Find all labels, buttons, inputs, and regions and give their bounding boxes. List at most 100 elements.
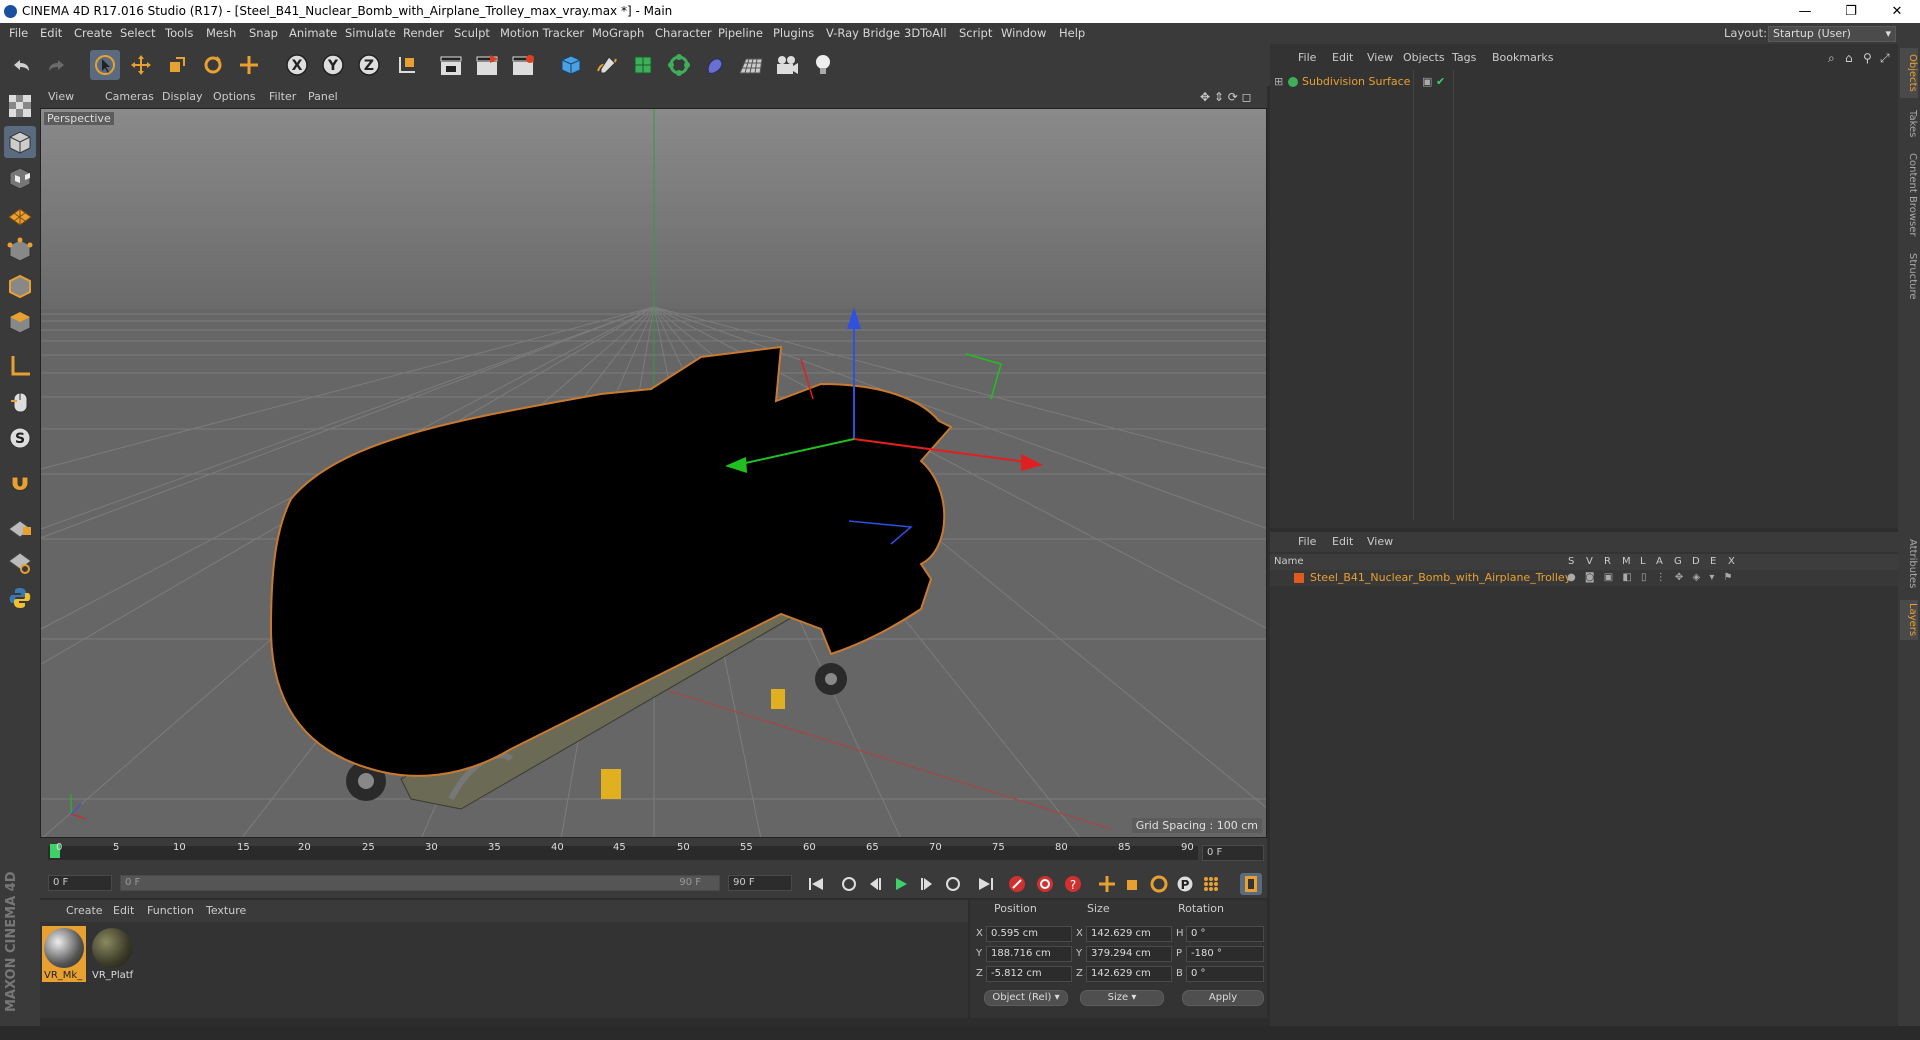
coordinate-mode-select[interactable]: Object (Rel) ▾ [984, 990, 1068, 1006]
menu-render[interactable]: Render [403, 23, 444, 44]
workplane-button[interactable] [4, 198, 36, 230]
timeline-window-button[interactable] [1240, 873, 1262, 895]
lock-workplane-button[interactable] [4, 510, 36, 542]
menu-select[interactable]: Select [120, 23, 155, 44]
cube-object-button[interactable] [556, 50, 586, 80]
layer-column-manager[interactable]: M [1622, 554, 1631, 570]
tab-structure[interactable]: Structure [1900, 246, 1918, 306]
menu-mograph[interactable]: MoGraph [592, 23, 644, 44]
layout-select[interactable]: Startup (User) ▾ [1768, 26, 1896, 42]
object-row[interactable]: ⊞ Subdivision Surface ▣ ✔ [1274, 73, 1894, 91]
rotation-h-field[interactable]: 0 ° [1186, 926, 1264, 942]
menu-mesh[interactable]: Mesh [206, 23, 236, 44]
previous-frame-button[interactable] [864, 873, 886, 895]
layer-column-expressions[interactable]: E [1710, 554, 1716, 570]
menu-snap[interactable]: Snap [249, 23, 278, 44]
minimize-button[interactable]: — [1782, 0, 1828, 23]
tab-content-browser[interactable]: Content Browser [1900, 150, 1918, 240]
tab-attributes[interactable]: Attributes [1900, 534, 1918, 594]
layer-row[interactable]: Steel_B41_Nuclear_Bomb_with_Airplane_Tro… [1270, 570, 1898, 586]
menu-script[interactable]: Script [959, 23, 992, 44]
object-menu-bookmarks[interactable]: Bookmarks [1492, 48, 1553, 68]
axis-mode-button[interactable] [4, 350, 36, 382]
tab-layers[interactable]: Layers [1900, 600, 1918, 640]
rotation-b-field[interactable]: 0 ° [1186, 966, 1264, 982]
layer-color-swatch[interactable] [1294, 573, 1304, 583]
menu-sculpt[interactable]: Sculpt [454, 23, 490, 44]
edges-mode-button[interactable] [4, 270, 36, 302]
layer-column-render[interactable]: R [1604, 554, 1611, 570]
z-axis-button[interactable]: Z [354, 50, 384, 80]
deformer-button[interactable] [700, 50, 730, 80]
scale-button[interactable] [162, 50, 192, 80]
size-y-field[interactable]: 379.294 cm [1086, 946, 1172, 962]
enabled-check-icon[interactable]: ✔ [1436, 73, 1445, 91]
rotate-button[interactable] [198, 50, 228, 80]
next-frame-button[interactable] [916, 873, 938, 895]
position-x-field[interactable]: 0.595 cm [986, 926, 1072, 942]
python-button[interactable] [4, 582, 36, 614]
layer-menu-file[interactable]: File [1298, 532, 1316, 552]
key-position-button[interactable] [1096, 873, 1118, 895]
menu-vray-bridge[interactable]: V-Ray Bridge [826, 23, 900, 44]
timeline-ruler[interactable]: 0 5 10 15 20 25 30 35 40 45 50 55 60 65 … [40, 838, 1267, 868]
model-mode-button[interactable] [4, 126, 36, 158]
menu-file[interactable]: File [9, 23, 28, 44]
material-swatch[interactable]: VR_Mk_ [42, 926, 86, 982]
next-key-button[interactable] [942, 873, 964, 895]
redo-button[interactable] [42, 50, 72, 80]
key-pla-button[interactable] [1200, 873, 1222, 895]
viewport-menu-options[interactable]: Options [213, 86, 255, 108]
menu-create[interactable]: Create [74, 23, 112, 44]
menu-help[interactable]: Help [1059, 23, 1085, 44]
render-view-button[interactable] [436, 50, 466, 80]
menu-plugins[interactable]: Plugins [773, 23, 814, 44]
menu-tools[interactable]: Tools [165, 23, 193, 44]
position-y-field[interactable]: 188.716 cm [986, 946, 1072, 962]
object-menu-tags[interactable]: Tags [1452, 48, 1476, 68]
floor-button[interactable] [736, 50, 766, 80]
layer-column-xref[interactable]: X [1728, 554, 1735, 570]
object-menu-file[interactable]: File [1298, 48, 1316, 68]
layer-menu-edit[interactable]: Edit [1332, 532, 1353, 552]
polygons-mode-button[interactable] [4, 306, 36, 338]
material-menu-function[interactable]: Function [147, 900, 194, 922]
camera-button[interactable] [772, 50, 802, 80]
current-frame-field[interactable]: 0 F [1202, 845, 1264, 861]
menu-animate[interactable]: Animate [289, 23, 337, 44]
menu-3dtoall[interactable]: 3DToAll [904, 23, 947, 44]
move-button[interactable] [126, 50, 156, 80]
material-menu-create[interactable]: Create [66, 900, 103, 922]
menu-pipeline[interactable]: Pipeline [718, 23, 763, 44]
object-menu-view[interactable]: View [1367, 48, 1393, 68]
size-x-field[interactable]: 142.629 cm [1086, 926, 1172, 942]
viewport-navigation-icons[interactable]: ✥ ⇕ ⟳ ◻ [1200, 86, 1252, 108]
layer-column-deformers[interactable]: D [1692, 554, 1700, 570]
layer-menu-view[interactable]: View [1367, 532, 1393, 552]
menu-simulate[interactable]: Simulate [345, 23, 396, 44]
material-swatch[interactable]: VR_Platf [90, 926, 134, 982]
viewport-menu-cameras[interactable]: Cameras [105, 86, 154, 108]
start-frame-field[interactable]: 0 F [48, 875, 112, 891]
record-active-button[interactable] [1006, 873, 1028, 895]
keyframe-selection-button[interactable]: ? [1062, 873, 1084, 895]
size-z-field[interactable]: 142.629 cm [1086, 966, 1172, 982]
rotation-p-field[interactable]: -180 ° [1186, 946, 1264, 962]
array-object-button[interactable] [664, 50, 694, 80]
viewport-menu-view[interactable]: View [48, 86, 74, 108]
visibility-icon[interactable]: ▣ [1422, 73, 1432, 91]
make-editable-button[interactable] [4, 90, 36, 122]
coordinate-system-button[interactable] [392, 50, 422, 80]
render-settings-button[interactable] [508, 50, 538, 80]
y-axis-button[interactable]: Y [318, 50, 348, 80]
points-mode-button[interactable] [4, 234, 36, 266]
undo-button[interactable] [6, 50, 36, 80]
tweak-mode-button[interactable] [4, 386, 36, 418]
play-button[interactable] [890, 873, 912, 895]
filter-icon[interactable]: ⚲ [1863, 48, 1872, 68]
layer-column-generators[interactable]: G [1674, 554, 1682, 570]
expand-icon[interactable]: ⤢ [1880, 48, 1890, 68]
light-button[interactable] [808, 50, 838, 80]
subdivision-surface-button[interactable] [628, 50, 658, 80]
autokey-button[interactable] [1034, 873, 1056, 895]
